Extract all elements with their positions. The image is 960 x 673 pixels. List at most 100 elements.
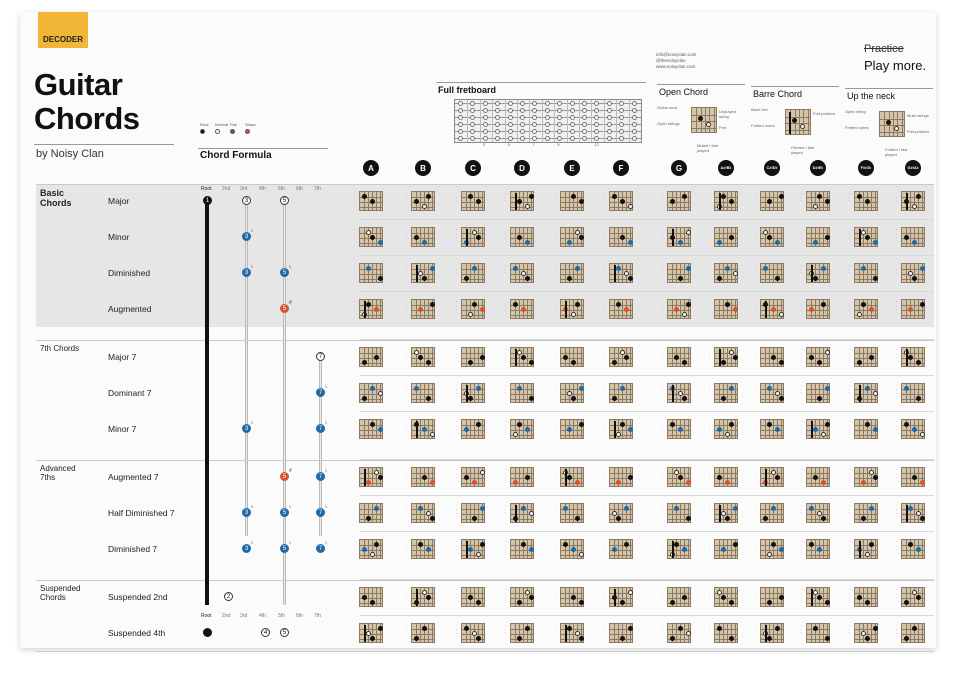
string-marks: · · ·	[896, 467, 898, 480]
diagram-fret	[902, 274, 924, 275]
diagram-fret	[761, 238, 783, 239]
diagram-dot	[916, 396, 921, 401]
chord-diagram	[760, 539, 784, 559]
chord-diagram	[461, 191, 485, 211]
chord-diagram	[560, 383, 584, 403]
chord-diagram	[609, 503, 633, 523]
row-divider	[360, 615, 934, 616]
diagram-dot	[809, 355, 814, 360]
diagram-fret	[761, 603, 783, 604]
diagram-dot	[733, 506, 738, 511]
chord-type-label: Augmented	[108, 304, 152, 314]
chord-diagram	[714, 623, 738, 643]
diagram-fret	[761, 593, 783, 594]
diagram-dot	[920, 302, 925, 307]
diagram-dot	[472, 480, 477, 485]
chord-diagram	[901, 539, 925, 559]
string-marks: · · ·	[406, 467, 408, 480]
string-marks: · · ·	[354, 383, 356, 396]
chord-diagram	[854, 503, 878, 523]
string-marks: · · ·	[555, 623, 557, 636]
diagram-fret	[902, 473, 924, 474]
chord-diagram	[609, 383, 633, 403]
interval-header-6th: 6th	[296, 186, 303, 192]
chord-diagram	[854, 467, 878, 487]
string-marks: · · ·	[896, 263, 898, 276]
diagram-fret	[761, 202, 783, 203]
fretboard-note	[507, 136, 513, 141]
diagram-dot	[717, 276, 722, 281]
diagram-dot	[563, 542, 568, 547]
diagram-dot	[670, 422, 675, 427]
diagram-fret	[462, 315, 484, 316]
interval-header-4th: 4th	[259, 186, 266, 192]
string-marks: · · ·	[662, 623, 664, 636]
category-line: Chords	[40, 198, 72, 208]
chord-diagram	[461, 347, 485, 367]
interval-note-nat: 5	[280, 196, 289, 205]
key-label: A#/B♭	[720, 165, 732, 170]
diagram-dot	[873, 626, 878, 631]
category-line: Chords	[40, 593, 66, 602]
diagram-dot	[430, 432, 435, 437]
diagram-dot	[767, 386, 772, 391]
string-marks: · · ·	[354, 503, 356, 516]
diagram-fret	[855, 207, 877, 208]
string-marks: · · ·	[896, 539, 898, 552]
fret-number: 9	[557, 142, 560, 147]
key-header-2: B	[415, 160, 431, 176]
diagram-dot	[529, 360, 534, 365]
diagram-dot	[912, 427, 917, 432]
string-marks: · · ·	[896, 299, 898, 312]
fretboard-note	[557, 122, 563, 127]
diagram-dot	[725, 302, 730, 307]
interval-footer-4th: 4th	[259, 613, 266, 619]
diagram-fret	[902, 634, 924, 635]
chord-diagram	[609, 467, 633, 487]
chord-diagram	[667, 503, 691, 523]
barre-bar	[515, 193, 517, 210]
chord-diagram	[806, 227, 830, 247]
string-marks: · · ·	[604, 467, 606, 480]
info-box-1: Full fretboard 3 5 7 9 12	[436, 82, 646, 147]
diagram-dot	[468, 547, 473, 552]
fretboard-note	[495, 136, 501, 141]
chord-diagram	[510, 467, 534, 487]
diagram-dot	[422, 204, 427, 209]
interval-note-flat: 7	[316, 424, 325, 433]
diagram-dot	[767, 422, 772, 427]
string-marks: · · ·	[849, 539, 851, 552]
chord-diagram	[714, 383, 738, 403]
string-marks: · · ·	[555, 539, 557, 552]
diagram-dot	[861, 230, 866, 235]
diagram-dot	[571, 312, 576, 317]
chord-diagram	[461, 539, 485, 559]
barre-bar	[364, 469, 366, 486]
diagram-dot	[729, 235, 734, 240]
string-marks: · · ·	[755, 299, 757, 312]
diagram-dot	[476, 552, 481, 557]
title-divider	[34, 144, 174, 145]
barre-bar	[466, 541, 468, 558]
fretboard-note	[569, 136, 575, 141]
string-marks: · · ·	[755, 623, 757, 636]
diagram-dot	[529, 595, 534, 600]
diagram-dot	[775, 276, 780, 281]
chord-diagram	[714, 587, 738, 607]
diagram-dot	[733, 271, 738, 276]
diagram-dot	[682, 595, 687, 600]
accidental-mark: ♭	[251, 420, 254, 426]
chord-diagram	[854, 623, 878, 643]
legend-dot	[230, 129, 235, 134]
string-marks: · · ·	[505, 227, 507, 240]
fretboard-note	[482, 129, 488, 134]
diagram-dot	[575, 230, 580, 235]
chord-type-label: Minor	[108, 232, 130, 242]
fretboard-note	[582, 101, 587, 106]
category-line: Advanced	[40, 464, 76, 473]
accidental-mark: ♭	[325, 420, 328, 426]
interval-note-nat: 7	[316, 352, 325, 361]
diagram-dot	[904, 600, 909, 605]
string-marks: · · ·	[456, 419, 458, 432]
diagram-dot	[480, 542, 485, 547]
